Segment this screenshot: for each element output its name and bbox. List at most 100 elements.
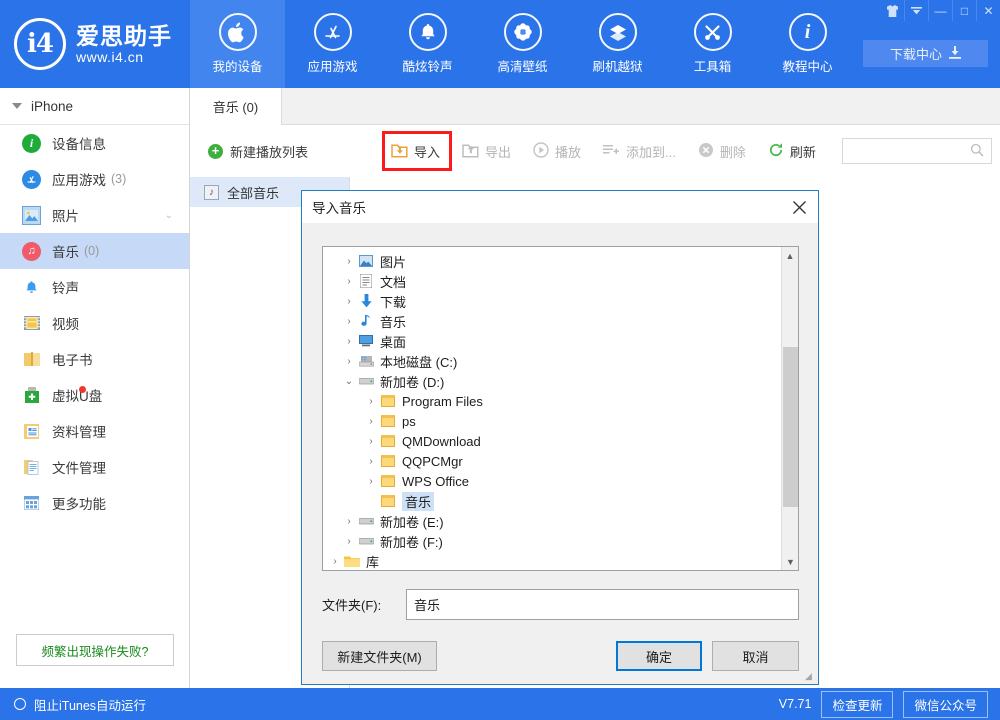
info-circle-icon: i (22, 134, 41, 153)
import-button[interactable]: 导入 (380, 136, 451, 166)
tree-row[interactable]: › 桌面 (323, 331, 778, 351)
close-button[interactable]: ✕ (976, 0, 1000, 21)
minimize-button[interactable]: — (928, 0, 952, 21)
folder-icon (379, 435, 397, 447)
sidebar-item-device-info[interactable]: i 设备信息 (0, 125, 189, 161)
book-icon (22, 350, 41, 369)
nav-item-flash-jailbreak[interactable]: 刷机越狱 (570, 0, 665, 88)
new-playlist-button[interactable]: + 新建播放列表 (208, 142, 308, 161)
tree-row[interactable]: › Program Files (323, 391, 778, 411)
nav-label: 应用游戏 (307, 56, 357, 75)
sidebar-item-photos[interactable]: 照片 ⌄ (0, 197, 189, 233)
nav-item-ringtones[interactable]: 酷炫铃声 (380, 0, 475, 88)
nav-item-toolbox[interactable]: 工具箱 (665, 0, 760, 88)
nav-item-my-device[interactable]: 我的设备 (190, 0, 285, 88)
maximize-button[interactable]: □ (952, 0, 976, 21)
close-icon[interactable] (786, 195, 812, 219)
tree-row[interactable]: › 文档 (323, 271, 778, 291)
expand-arrow-icon[interactable]: › (341, 516, 357, 527)
add-to-button[interactable]: 添加到... (592, 136, 687, 166)
refresh-button[interactable]: 刷新 (757, 136, 827, 166)
delete-button[interactable]: 删除 (687, 136, 757, 166)
sidebar-item-ringtones[interactable]: 铃声 (0, 269, 189, 305)
expand-arrow-icon[interactable]: › (341, 276, 357, 287)
help-button[interactable]: 频繁出现操作失败? (16, 634, 174, 666)
expand-arrow-icon[interactable]: › (341, 316, 357, 327)
nav-item-wallpapers[interactable]: 高清壁纸 (475, 0, 570, 88)
harddrive-icon (357, 516, 375, 526)
tree-row-selected[interactable]: 音乐 (323, 491, 778, 511)
sidebar-item-apps-games[interactable]: 应用游戏 (3) (0, 161, 189, 197)
sidebar-item-count: (3) (111, 172, 126, 186)
tree-row[interactable]: ⌄ 新加卷 (D:) (323, 371, 778, 391)
block-itunes-label: 阻止iTunes自动运行 (34, 695, 146, 714)
tree-row[interactable]: › 新加卷 (E:) (323, 511, 778, 531)
export-label: 导出 (485, 142, 511, 161)
sidebar-item-label: 更多功能 (52, 493, 106, 513)
harddrive-icon (357, 356, 375, 367)
folder-icon (379, 495, 397, 507)
resize-grip-icon[interactable]: ◢ (805, 672, 815, 682)
harddrive-icon (357, 376, 375, 386)
scroll-down-icon[interactable]: ▼ (782, 553, 799, 570)
download-center-button[interactable]: 下载中心 (863, 40, 988, 67)
tree-row[interactable]: › 新加卷 (F:) (323, 531, 778, 551)
nav-label: 我的设备 (212, 56, 262, 75)
tree-row[interactable]: › 库 (323, 551, 778, 571)
photo-icon (22, 206, 41, 225)
scroll-up-icon[interactable]: ▲ (782, 247, 798, 264)
nav-item-tutorials[interactable]: i 教程中心 (760, 0, 855, 88)
tree-row[interactable]: › 本地磁盘 (C:) (323, 351, 778, 371)
block-itunes-toggle[interactable]: 阻止iTunes自动运行 (14, 695, 146, 714)
expand-arrow-icon[interactable]: › (363, 436, 379, 447)
sidebar-item-file-management[interactable]: 文件管理 (0, 449, 189, 485)
tab-music[interactable]: 音乐 (0) (190, 88, 282, 125)
tree-row[interactable]: › QQPCMgr (323, 451, 778, 471)
usb-icon (22, 386, 41, 405)
tree-row[interactable]: › ps (323, 411, 778, 431)
sidebar-item-ebooks[interactable]: 电子书 (0, 341, 189, 377)
nav-label: 高清壁纸 (497, 56, 547, 75)
folder-tree[interactable]: › 图片 › 文档 › 下载 › (322, 246, 799, 571)
expand-arrow-icon[interactable]: › (341, 356, 357, 367)
scrollbar-thumb[interactable] (783, 347, 798, 507)
menu-caret-icon[interactable] (904, 0, 928, 21)
folder-name-input[interactable]: 音乐 (406, 589, 799, 620)
new-folder-button[interactable]: 新建文件夹(M) (322, 641, 437, 671)
ok-button[interactable]: 确定 (616, 641, 702, 671)
tree-row-label: Program Files (402, 394, 483, 409)
nav-item-apps-games[interactable]: 应用游戏 (285, 0, 380, 88)
expand-arrow-icon[interactable]: › (341, 256, 357, 267)
download-center-label: 下载中心 (890, 44, 942, 63)
play-button[interactable]: 播放 (522, 136, 592, 166)
expand-arrow-icon[interactable]: › (327, 556, 343, 567)
tree-row[interactable]: › QMDownload (323, 431, 778, 451)
tree-row[interactable]: › WPS Office (323, 471, 778, 491)
expand-arrow-icon[interactable]: › (363, 476, 379, 487)
expand-arrow-icon[interactable]: › (363, 456, 379, 467)
tree-scrollbar[interactable]: ▲ ▼ (781, 247, 798, 570)
collapse-arrow-icon[interactable]: ⌄ (341, 376, 357, 387)
sidebar-item-virtual-usb[interactable]: 虚拟U盘 (0, 377, 189, 413)
tree-row[interactable]: › 下载 (323, 291, 778, 311)
export-button[interactable]: 导出 (451, 136, 522, 166)
shirt-icon[interactable] (880, 0, 904, 21)
expand-arrow-icon[interactable]: › (363, 416, 379, 427)
expand-arrow-icon[interactable]: › (363, 396, 379, 407)
sidebar-item-more-features[interactable]: 更多功能 (0, 485, 189, 521)
sidebar-item-data-management[interactable]: 资料管理 (0, 413, 189, 449)
expand-arrow-icon[interactable]: › (341, 336, 357, 347)
tree-row[interactable]: › 音乐 (323, 311, 778, 331)
tree-row[interactable]: › 图片 (323, 251, 778, 271)
sidebar-item-videos[interactable]: 视频 (0, 305, 189, 341)
check-update-button[interactable]: 检查更新 (821, 691, 893, 718)
expand-arrow-icon[interactable]: › (341, 296, 357, 307)
cancel-button[interactable]: 取消 (712, 641, 799, 671)
wechat-button[interactable]: 微信公众号 (903, 691, 988, 718)
sidebar-item-music[interactable]: ♫ 音乐 (0) (0, 233, 189, 269)
info-icon: i (789, 13, 827, 51)
device-header[interactable]: iPhone (0, 88, 189, 125)
expand-arrow-icon[interactable]: › (341, 536, 357, 547)
tree-row-label: 音乐 (380, 312, 406, 331)
search-input[interactable] (842, 138, 992, 164)
